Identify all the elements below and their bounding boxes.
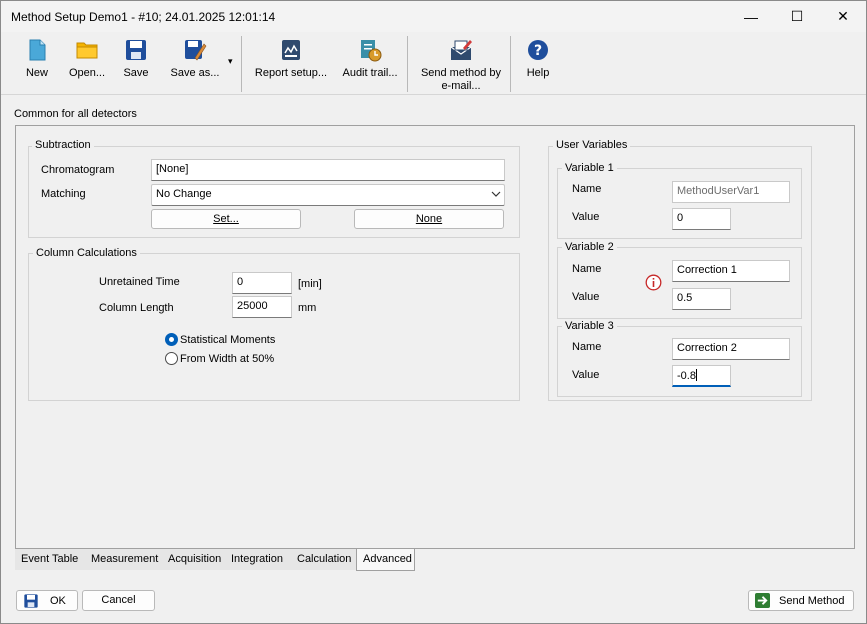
open-button[interactable]: Open... [65, 34, 109, 92]
help-button[interactable]: ? Help [521, 34, 555, 92]
variable-2-value-label: Value [572, 291, 600, 303]
floppy-disk-icon [24, 594, 38, 608]
variable-1-name-field[interactable]: MethodUserVar1 [672, 181, 790, 203]
variable-1-title: Variable 1 [562, 162, 617, 174]
statistical-moments-radio[interactable] [165, 333, 178, 346]
maximize-button[interactable]: ☐ [774, 1, 820, 32]
save-as-dropdown-icon[interactable]: ▾ [228, 56, 233, 67]
column-length-field[interactable]: 25000 [232, 296, 292, 318]
report-setup-button[interactable]: Report setup... [253, 34, 329, 92]
width-50-label[interactable]: From Width at 50% [180, 353, 274, 365]
tab-acquisition[interactable]: Acquisition [162, 549, 225, 570]
audit-trail-button[interactable]: Audit trail... [339, 34, 401, 92]
toolbar-separator [241, 36, 242, 92]
title-bar: Method Setup Demo1 - #10; 24.01.2025 12:… [1, 1, 866, 32]
tab-advanced[interactable]: Advanced [356, 549, 415, 571]
variable-3-value-label: Value [572, 369, 600, 381]
variable-3-value-text: -0.8 [677, 370, 696, 382]
tab-bar: Event Table Measurement Acquisition Inte… [15, 549, 855, 571]
audit-trail-icon [361, 40, 382, 62]
matching-label: Matching [41, 188, 86, 200]
send-method-button[interactable]: Send Method [748, 590, 854, 611]
open-label: Open... [68, 67, 106, 79]
help-label: Help [526, 67, 550, 79]
ok-label: OK [50, 595, 66, 607]
unretained-time-field[interactable]: 0 [232, 272, 292, 294]
new-button[interactable]: New [19, 34, 55, 92]
save-button[interactable]: Save [119, 34, 153, 92]
info-warning-icon[interactable] [645, 274, 662, 291]
none-button-label: None [415, 213, 443, 225]
window-title: Method Setup Demo1 - #10; 24.01.2025 12:… [11, 10, 276, 24]
variable-3-title: Variable 3 [562, 320, 617, 332]
toolbar-separator [510, 36, 511, 92]
column-length-label: Column Length [99, 302, 174, 314]
variable-1-value-label: Value [572, 211, 600, 223]
report-setup-label: Report setup... [254, 67, 328, 79]
variable-1-value-field[interactable]: 0 [672, 208, 731, 230]
send-method-label: Send Method [779, 595, 845, 607]
help-icon: ? [528, 40, 548, 60]
cancel-button[interactable]: Cancel [82, 590, 155, 611]
variable-2-name-label: Name [572, 263, 602, 275]
folder-icon [76, 42, 98, 59]
minimize-button[interactable]: — [728, 1, 774, 32]
statistical-moments-label[interactable]: Statistical Moments [180, 334, 275, 346]
set-button-label: Set... [213, 213, 239, 225]
tab-measurement[interactable]: Measurement [85, 549, 162, 570]
new-document-icon [29, 39, 46, 61]
tab-event-table[interactable]: Event Table [15, 549, 85, 570]
variable-2-value-field[interactable]: 0.5 [672, 288, 731, 310]
ok-button[interactable]: OK [16, 590, 78, 611]
send-arrow-icon [755, 593, 770, 608]
audit-trail-label: Audit trail... [342, 67, 398, 79]
new-label: New [25, 67, 48, 79]
chromatogram-field[interactable]: [None] [151, 159, 505, 181]
chromatogram-label: Chromatogram [41, 164, 115, 176]
save-as-label: Save as... [170, 67, 220, 79]
section-title: Common for all detectors [14, 108, 137, 120]
floppy-disk-icon [126, 40, 146, 60]
svg-text:?: ? [534, 43, 542, 59]
column-length-unit: mm [298, 302, 317, 314]
variable-2-name-field[interactable]: Correction 1 [672, 260, 790, 282]
report-setup-icon [282, 40, 300, 60]
matching-select[interactable]: No Change [151, 184, 505, 206]
subtraction-title: Subtraction [32, 139, 94, 151]
variable-2-title: Variable 2 [562, 241, 617, 253]
send-email-label-line2: e-mail... [441, 80, 481, 92]
toolbar-separator [407, 36, 408, 92]
set-button[interactable]: Set... [151, 209, 301, 229]
variable-1-name-label: Name [572, 183, 602, 195]
width-50-radio[interactable] [165, 352, 178, 365]
variable-3-value-field[interactable]: -0.8 [672, 365, 731, 387]
user-variables-title: User Variables [553, 139, 631, 151]
method-setup-window: Method Setup Demo1 - #10; 24.01.2025 12:… [0, 0, 867, 624]
save-as-icon [185, 40, 207, 61]
save-label: Save [123, 67, 149, 79]
text-caret [695, 369, 697, 381]
none-button[interactable]: None [354, 209, 504, 229]
variable-3-name-field[interactable]: Correction 2 [672, 338, 790, 360]
send-email-label-line1: Send method by [420, 67, 502, 79]
variable-3-name-label: Name [572, 341, 602, 353]
chevron-down-icon[interactable] [491, 190, 501, 198]
matching-value: No Change [156, 188, 212, 200]
close-button[interactable]: ✕ [820, 1, 866, 32]
email-icon [450, 40, 472, 60]
tab-integration[interactable]: Integration [225, 549, 291, 570]
unretained-time-label: Unretained Time [99, 276, 180, 288]
tab-calculation[interactable]: Calculation [291, 549, 357, 570]
send-email-button[interactable]: Send method by e-mail... [417, 34, 505, 92]
toolbar: New Open... Save Save as... ▾ Report set… [1, 32, 866, 95]
column-calculations-title: Column Calculations [33, 247, 140, 259]
save-as-button[interactable]: Save as... [167, 34, 223, 92]
unretained-time-unit: [min] [298, 278, 322, 290]
